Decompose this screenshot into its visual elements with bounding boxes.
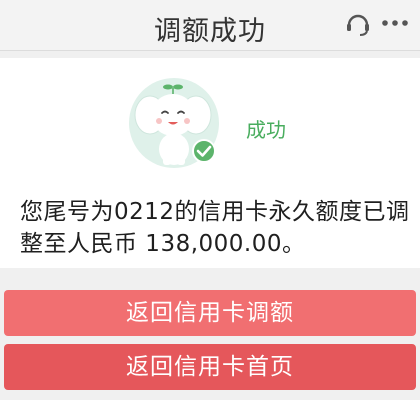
success-status-label: 成功 (246, 118, 286, 142)
back-to-adjust-button[interactable]: 返回信用卡调额 (4, 290, 416, 336)
result-message: 您尾号为0212的信用卡永久额度已调整至人民币 138,000.00。 (20, 199, 410, 257)
elephant-mascot-icon (129, 78, 219, 168)
back-to-home-button[interactable]: 返回信用卡首页 (4, 344, 416, 390)
more-icon[interactable] (380, 17, 410, 29)
customer-service-icon[interactable] (344, 10, 372, 38)
result-card: 成功 您尾号为0212的信用卡永久额度已调整至人民币 138,000.00。 (0, 58, 420, 268)
app-header: 调额成功 (0, 0, 420, 51)
